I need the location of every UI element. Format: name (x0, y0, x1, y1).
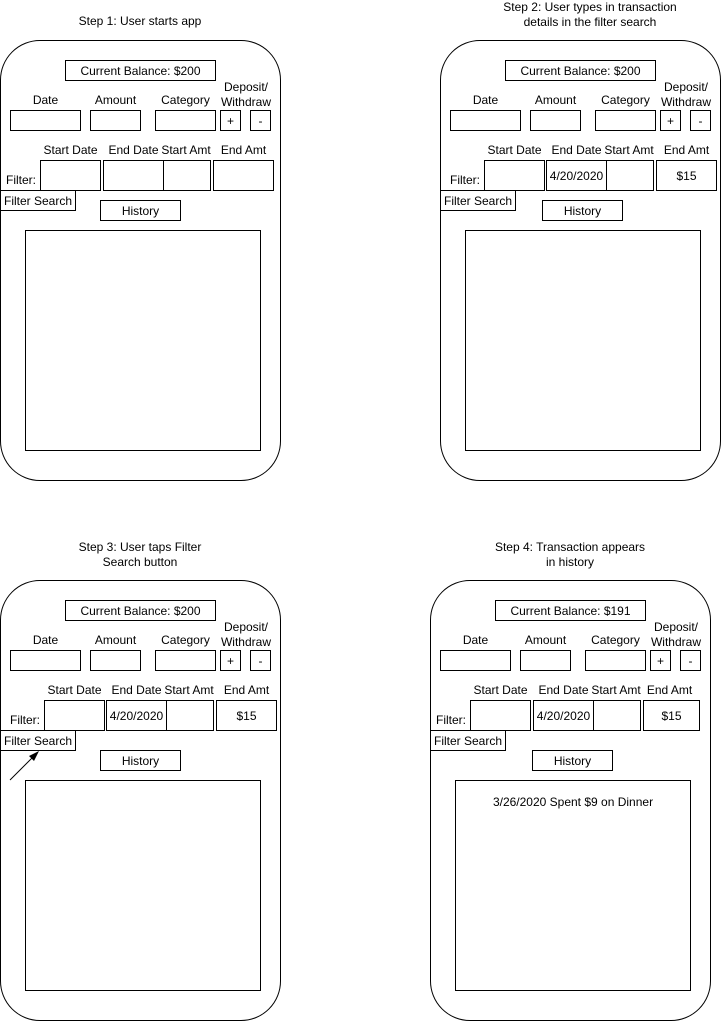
filter-start-amt-input[interactable] (166, 700, 214, 731)
deposit-withdraw-label: Deposit/ Withdraw (650, 620, 701, 649)
filter-end-date-input[interactable]: 4/20/2020 (546, 160, 607, 191)
amount-label: Amount (534, 93, 577, 107)
deposit-button[interactable]: + (650, 650, 671, 671)
history-panel (25, 230, 261, 451)
filter-start-date-input[interactable] (40, 160, 101, 191)
category-input[interactable] (585, 650, 646, 671)
history-button[interactable]: History (100, 750, 181, 771)
filter-search-button[interactable]: Filter Search (430, 730, 506, 751)
category-input[interactable] (155, 110, 216, 131)
end-amt-header: End Amt (220, 143, 267, 157)
category-label: Category (591, 633, 640, 647)
current-balance: Current Balance: $200 (505, 60, 656, 81)
end-date-header: End Date (111, 683, 162, 697)
current-balance: Current Balance: $200 (65, 60, 216, 81)
filter-start-amt-input[interactable] (593, 700, 641, 731)
category-input[interactable] (155, 650, 216, 671)
amount-input[interactable] (90, 110, 141, 131)
date-label: Date (32, 93, 59, 107)
end-amt-header: End Amt (646, 683, 693, 697)
step-caption: Step 3: User taps Filter Search button (78, 540, 202, 569)
history-button[interactable]: History (532, 750, 613, 771)
deposit-button[interactable]: + (220, 650, 241, 671)
start-amt-header: Start Amt (591, 683, 641, 697)
date-label: Date (472, 93, 499, 107)
withdraw-button[interactable]: - (250, 650, 271, 671)
history-button[interactable]: History (100, 200, 181, 221)
date-label: Date (32, 633, 59, 647)
category-label: Category (161, 633, 210, 647)
filter-label: Filter: (6, 173, 36, 187)
history-panel: 3/26/2020 Spent $9 on Dinner (455, 780, 691, 991)
end-amt-header: End Amt (663, 143, 710, 157)
filter-end-amt-input[interactable]: $15 (656, 160, 717, 191)
filter-start-amt-input[interactable] (163, 160, 211, 191)
deposit-withdraw-label: Deposit/ Withdraw (220, 80, 271, 109)
category-input[interactable] (595, 110, 656, 131)
filter-search-button[interactable]: Filter Search (440, 190, 516, 211)
date-label: Date (462, 633, 489, 647)
start-amt-header: Start Amt (164, 683, 214, 697)
filter-label: Filter: (10, 713, 40, 727)
end-date-header: End Date (551, 143, 602, 157)
withdraw-button[interactable]: - (690, 110, 711, 131)
date-input[interactable] (440, 650, 511, 671)
start-date-header: Start Date (47, 683, 102, 697)
filter-search-button[interactable]: Filter Search (0, 190, 76, 211)
filter-start-amt-input[interactable] (606, 160, 654, 191)
end-date-header: End Date (108, 143, 159, 157)
end-amt-header: End Amt (223, 683, 270, 697)
date-input[interactable] (10, 650, 81, 671)
start-date-header: Start Date (43, 143, 98, 157)
deposit-withdraw-label: Deposit/ Withdraw (660, 80, 711, 109)
amount-input[interactable] (520, 650, 571, 671)
filter-end-date-input[interactable] (103, 160, 164, 191)
start-amt-header: Start Amt (161, 143, 211, 157)
step-caption: Step 2: User types in transaction detail… (503, 0, 677, 29)
deposit-button[interactable]: + (220, 110, 241, 131)
date-input[interactable] (450, 110, 521, 131)
filter-end-amt-input[interactable]: $15 (643, 700, 700, 731)
date-input[interactable] (10, 110, 81, 131)
filter-end-amt-input[interactable] (213, 160, 274, 191)
deposit-withdraw-label: Deposit/ Withdraw (220, 620, 271, 649)
history-entry: 3/26/2020 Spent $9 on Dinner (492, 795, 654, 809)
current-balance: Current Balance: $191 (495, 600, 646, 621)
filter-start-date-input[interactable] (484, 160, 545, 191)
start-date-header: Start Date (473, 683, 528, 697)
end-date-header: End Date (538, 683, 589, 697)
filter-start-date-input[interactable] (44, 700, 105, 731)
current-balance: Current Balance: $200 (65, 600, 216, 621)
filter-label: Filter: (436, 713, 466, 727)
filter-end-amt-input[interactable]: $15 (216, 700, 277, 731)
history-panel (465, 230, 701, 451)
amount-label: Amount (524, 633, 567, 647)
history-panel (25, 780, 261, 991)
step-caption: Step 1: User starts app (78, 14, 202, 28)
amount-label: Amount (94, 93, 137, 107)
filter-end-date-input[interactable]: 4/20/2020 (106, 700, 167, 731)
amount-input[interactable] (530, 110, 581, 131)
category-label: Category (161, 93, 210, 107)
filter-end-date-input[interactable]: 4/20/2020 (533, 700, 594, 731)
amount-label: Amount (94, 633, 137, 647)
deposit-button[interactable]: + (660, 110, 681, 131)
step-caption: Step 4: Transaction appears in history (494, 540, 646, 569)
history-button[interactable]: History (542, 200, 623, 221)
filter-start-date-input[interactable] (470, 700, 531, 731)
withdraw-button[interactable]: - (680, 650, 701, 671)
start-amt-header: Start Amt (604, 143, 654, 157)
category-label: Category (601, 93, 650, 107)
withdraw-button[interactable]: - (250, 110, 271, 131)
amount-input[interactable] (90, 650, 141, 671)
start-date-header: Start Date (487, 143, 542, 157)
filter-label: Filter: (450, 173, 480, 187)
